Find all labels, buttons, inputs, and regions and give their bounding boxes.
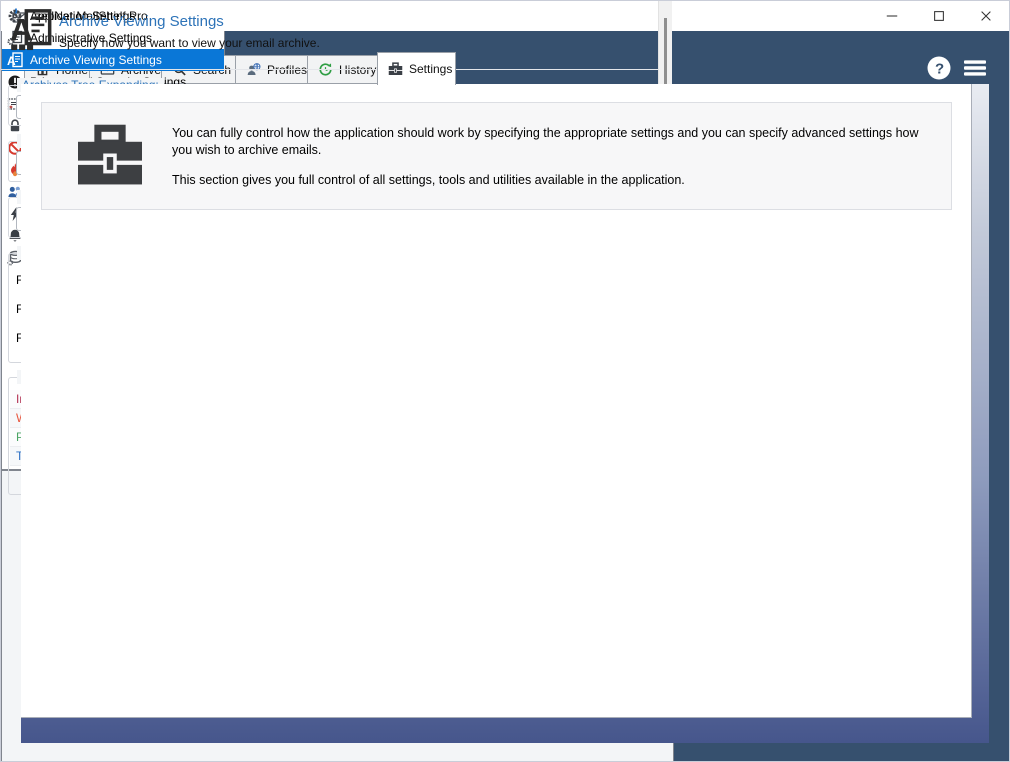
close-button[interactable]	[970, 5, 1002, 27]
intro-box: You can fully control how the applicatio…	[41, 102, 952, 210]
help-button[interactable]	[927, 56, 951, 80]
menu-button[interactable]	[963, 58, 987, 78]
tab-settings[interactable]: Settings	[377, 52, 456, 85]
intro-paragraph: You can fully control how the applicatio…	[172, 126, 919, 157]
settings-briefcase-icon	[388, 62, 403, 76]
tab-label: Settings	[409, 62, 453, 76]
app-window: zebNet MailShelf Pro Home Archive Search…	[0, 0, 1010, 762]
maximize-button[interactable]	[923, 5, 955, 27]
sidebar-item-label: Archive Viewing Settings	[30, 53, 162, 67]
archive-view-icon	[7, 52, 23, 68]
briefcase-large-icon	[74, 124, 146, 191]
minimize-button[interactable]	[876, 5, 908, 27]
intro-paragraph: This section gives you full control of a…	[172, 173, 685, 187]
